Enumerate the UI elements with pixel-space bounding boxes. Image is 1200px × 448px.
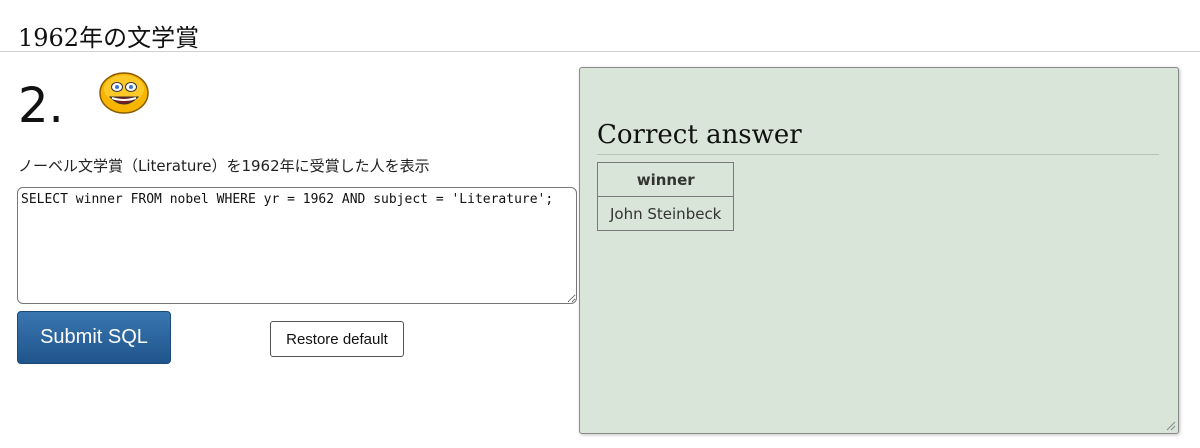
answer-divider	[597, 154, 1159, 155]
section-title: 1962年の文学賞	[18, 24, 200, 52]
column-header-winner: winner	[596, 162, 735, 197]
submit-sql-button[interactable]: Submit SQL	[17, 311, 171, 364]
table-header-row: winner	[596, 162, 735, 197]
answer-title: Correct answer	[597, 120, 802, 150]
answer-panel: Correct answer winner John Steinbeck	[579, 67, 1179, 434]
restore-default-button[interactable]: Restore default	[270, 321, 404, 357]
smiley-icon	[99, 72, 149, 114]
table-cell: John Steinbeck	[596, 196, 735, 231]
resize-grip-icon[interactable]	[1166, 421, 1176, 431]
title-divider	[0, 51, 1200, 52]
question-number: 2.	[18, 78, 64, 134]
sql-input[interactable]: SELECT winner FROM nobel WHERE yr = 1962…	[17, 187, 577, 304]
table-row: John Steinbeck	[596, 196, 735, 231]
question-text: ノーベル文学賞（Literature）を1962年に受賞した人を表示	[18, 157, 430, 175]
result-table: winner John Steinbeck	[596, 162, 735, 231]
